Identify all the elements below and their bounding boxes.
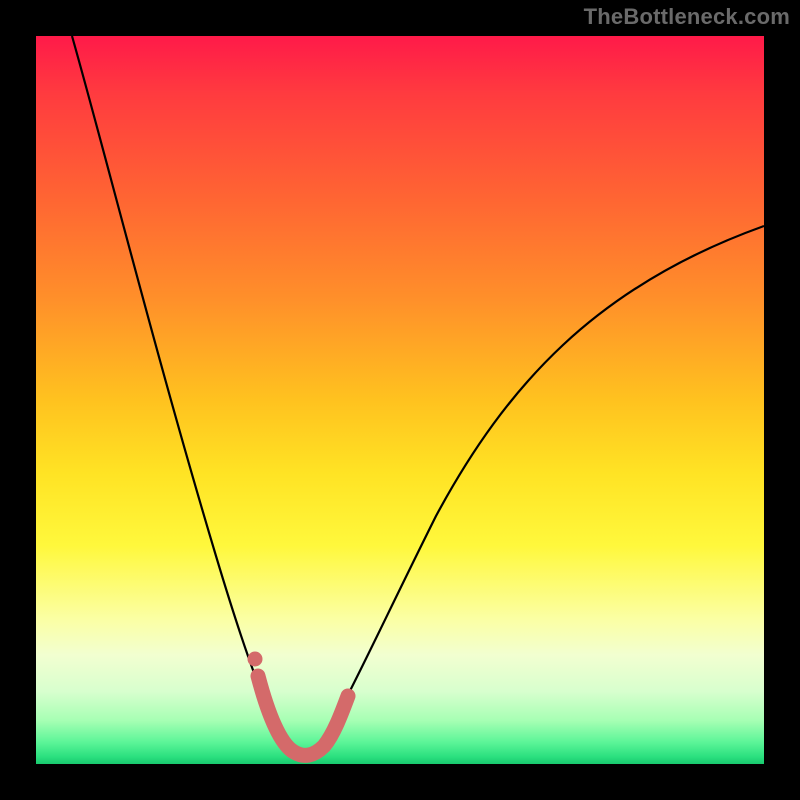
- bottleneck-curve: [72, 36, 764, 758]
- isolated-dot: [248, 652, 263, 667]
- watermark-text: TheBottleneck.com: [584, 4, 790, 30]
- chart-frame: TheBottleneck.com: [0, 0, 800, 800]
- marker-segment: [258, 676, 348, 755]
- chart-svg: [36, 36, 764, 764]
- plot-area: [36, 36, 764, 764]
